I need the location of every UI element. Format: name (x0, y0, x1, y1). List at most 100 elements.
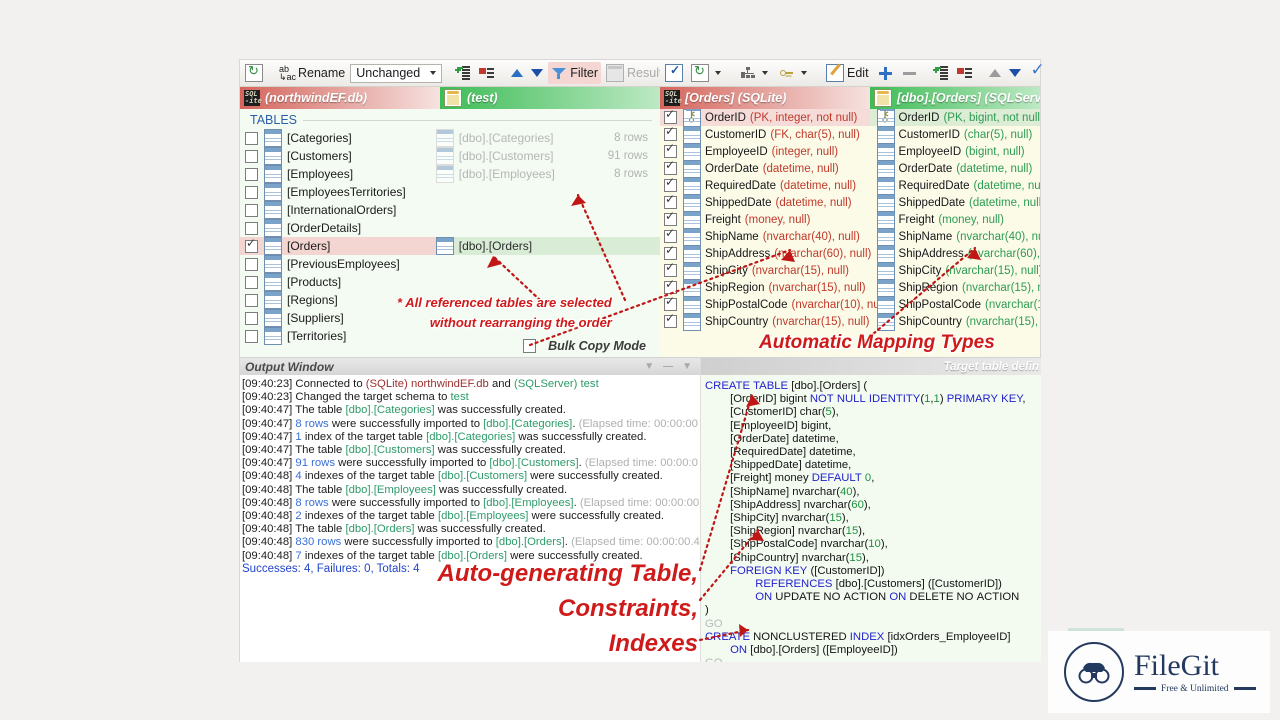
table-row[interactable]: [EmployeesTerritories] (240, 183, 660, 201)
column-checkbox[interactable] (664, 213, 677, 226)
source-column-cell: OrderDate (datetime, null) (683, 160, 877, 178)
table-row[interactable]: [Orders][dbo].[Orders] (240, 237, 660, 255)
confirm-button[interactable] (1028, 62, 1050, 84)
column-row[interactable]: ShipCountry (nvarchar(15), null)ShipCoun… (660, 313, 1040, 330)
output-log[interactable]: [09:40:23] Connected to (SQLite) northwi… (240, 375, 700, 663)
source-table-name-cell: [Territories] (264, 327, 436, 345)
sql-token: [dbo].[Orders] ( (788, 380, 867, 392)
log-line: [09:40:48] The table [dbo].[Employees] w… (242, 484, 700, 497)
generate-script-button[interactable] (662, 62, 686, 84)
target-column-name: ShipAddress (899, 248, 964, 260)
insert-column-button[interactable] (930, 62, 952, 84)
table-checkbox[interactable] (245, 168, 258, 181)
column-checkbox[interactable] (664, 298, 677, 311)
add-column-button[interactable] (874, 62, 896, 84)
column-checkbox[interactable] (664, 179, 677, 192)
sql-token: , (871, 472, 874, 484)
refresh-columns-button[interactable] (688, 62, 727, 84)
target-column-type: (datetime, null) (969, 197, 1040, 209)
source-column-name: ShipPostalCode (705, 299, 787, 311)
table-checkbox[interactable] (245, 312, 258, 325)
column-row[interactable]: CustomerID (FK, char(5), null)CustomerID… (660, 126, 1040, 143)
table-icon (436, 129, 454, 147)
table-row[interactable]: [Customers][dbo].[Customers]91 rows (240, 147, 660, 165)
table-checkbox[interactable] (245, 240, 258, 253)
bulk-copy-checkbox[interactable] (523, 339, 536, 353)
table-checkbox[interactable] (245, 276, 258, 289)
minimize-icon[interactable]: — (663, 361, 673, 372)
target-column-name: Freight (899, 214, 935, 226)
table-checkbox[interactable] (245, 294, 258, 307)
add-table-button[interactable] (452, 62, 474, 84)
sql-line: [RequiredDate] datetime, (705, 446, 1041, 459)
remove-table-button[interactable] (476, 62, 498, 84)
column-checkbox[interactable] (664, 281, 677, 294)
table-row[interactable]: [Employees][dbo].[Employees]8 rows (240, 165, 660, 183)
table-row[interactable]: [InternationalOrders] (240, 201, 660, 219)
table-row[interactable]: [Categories][dbo].[Categories]8 rows (240, 129, 660, 147)
column-icon (877, 160, 895, 178)
column-row[interactable]: OrderDate (datetime, null)OrderDate (dat… (660, 160, 1040, 177)
table-row[interactable]: [Regions] (240, 291, 660, 309)
table-row[interactable]: [PreviousEmployees] (240, 255, 660, 273)
relations-button[interactable] (737, 62, 774, 84)
sql-script-pane: Target table defin CREATE TABLE [dbo].[O… (700, 357, 1041, 662)
column-row[interactable]: ShippedDate (datetime, null)ShippedDate … (660, 194, 1040, 211)
column-checkbox[interactable] (664, 128, 677, 141)
keys-button[interactable] (776, 62, 813, 84)
log-segment: [dbo].[Categories] (483, 418, 572, 430)
relations-icon (740, 65, 756, 81)
remove-column-button[interactable] (898, 62, 920, 84)
refresh-tables-button[interactable] (242, 62, 266, 84)
table-row[interactable]: [OrderDetails] (240, 219, 660, 237)
table-checkbox[interactable] (245, 150, 258, 163)
column-row[interactable]: OrderID (PK, integer, not null)OrderID (… (660, 109, 1040, 126)
column-row[interactable]: ShipAddress (nvarchar(60), null)ShipAddr… (660, 245, 1040, 262)
column-checkbox[interactable] (664, 196, 677, 209)
delete-column-button[interactable] (954, 62, 976, 84)
table-checkbox[interactable] (245, 258, 258, 271)
column-row[interactable]: RequiredDate (datetime, null)RequiredDat… (660, 177, 1040, 194)
column-row[interactable]: Freight (money, null)Freight (money, nul… (660, 211, 1040, 228)
rename-mode-select[interactable]: Unchanged (350, 64, 442, 83)
move-up-button[interactable] (508, 62, 526, 84)
log-timestamp: [09:40:48] (242, 523, 292, 535)
log-segment: (Elapsed time: 00:00:0 (585, 457, 698, 469)
log-segment: 830 rows (295, 536, 341, 548)
column-icon (683, 296, 701, 314)
column-checkbox[interactable] (664, 315, 677, 328)
column-move-up-button[interactable] (986, 62, 1004, 84)
column-checkbox[interactable] (664, 145, 677, 158)
close-icon[interactable]: ▼ (682, 361, 692, 372)
rename-button[interactable]: ab↳ac Rename (276, 62, 348, 84)
sql-pane-header: Target table defin (701, 358, 1041, 375)
table-checkbox[interactable] (245, 330, 258, 343)
column-checkbox[interactable] (664, 162, 677, 175)
column-row[interactable]: ShipPostalCode (nvarchar(10), nuShipPost… (660, 296, 1040, 313)
column-row[interactable]: ShipName (nvarchar(40), null)ShipName (n… (660, 228, 1040, 245)
column-move-down-button[interactable] (1006, 62, 1024, 84)
column-row[interactable]: ShipRegion (nvarchar(15), null)ShipRegio… (660, 279, 1040, 296)
table-row[interactable]: [Products] (240, 273, 660, 291)
log-segment: (Elapsed time: 00:00:00 (580, 497, 699, 509)
table-checkbox[interactable] (245, 132, 258, 145)
table-checkbox[interactable] (245, 222, 258, 235)
move-down-button[interactable] (528, 62, 546, 84)
sql-token: [RequiredDate] datetime, (705, 446, 856, 458)
column-row[interactable]: EmployeeID (integer, null)EmployeeID (bi… (660, 143, 1040, 160)
sql-script-text[interactable]: CREATE TABLE [dbo].[Orders] ( [OrderID] … (701, 375, 1041, 662)
column-row[interactable]: ShipCity (nvarchar(15), null)ShipCity (n… (660, 262, 1040, 279)
column-checkbox[interactable] (664, 247, 677, 260)
source-table-name-cell: [EmployeesTerritories] (264, 183, 436, 201)
column-checkbox[interactable] (664, 111, 677, 124)
edit-button[interactable]: Edit (823, 62, 872, 84)
filter-button[interactable]: Filter (548, 62, 601, 84)
table-checkbox[interactable] (245, 204, 258, 217)
bulk-copy-mode-toggle[interactable]: Bulk Copy Mode (523, 339, 646, 353)
table-checkbox[interactable] (245, 186, 258, 199)
dropdown-icon[interactable]: ▼ (644, 361, 654, 372)
column-checkbox[interactable] (664, 264, 677, 277)
table-row[interactable]: [Suppliers] (240, 309, 660, 327)
target-table-header: [dbo].[Orders] (SQLServer) (870, 87, 1040, 109)
column-checkbox[interactable] (664, 230, 677, 243)
